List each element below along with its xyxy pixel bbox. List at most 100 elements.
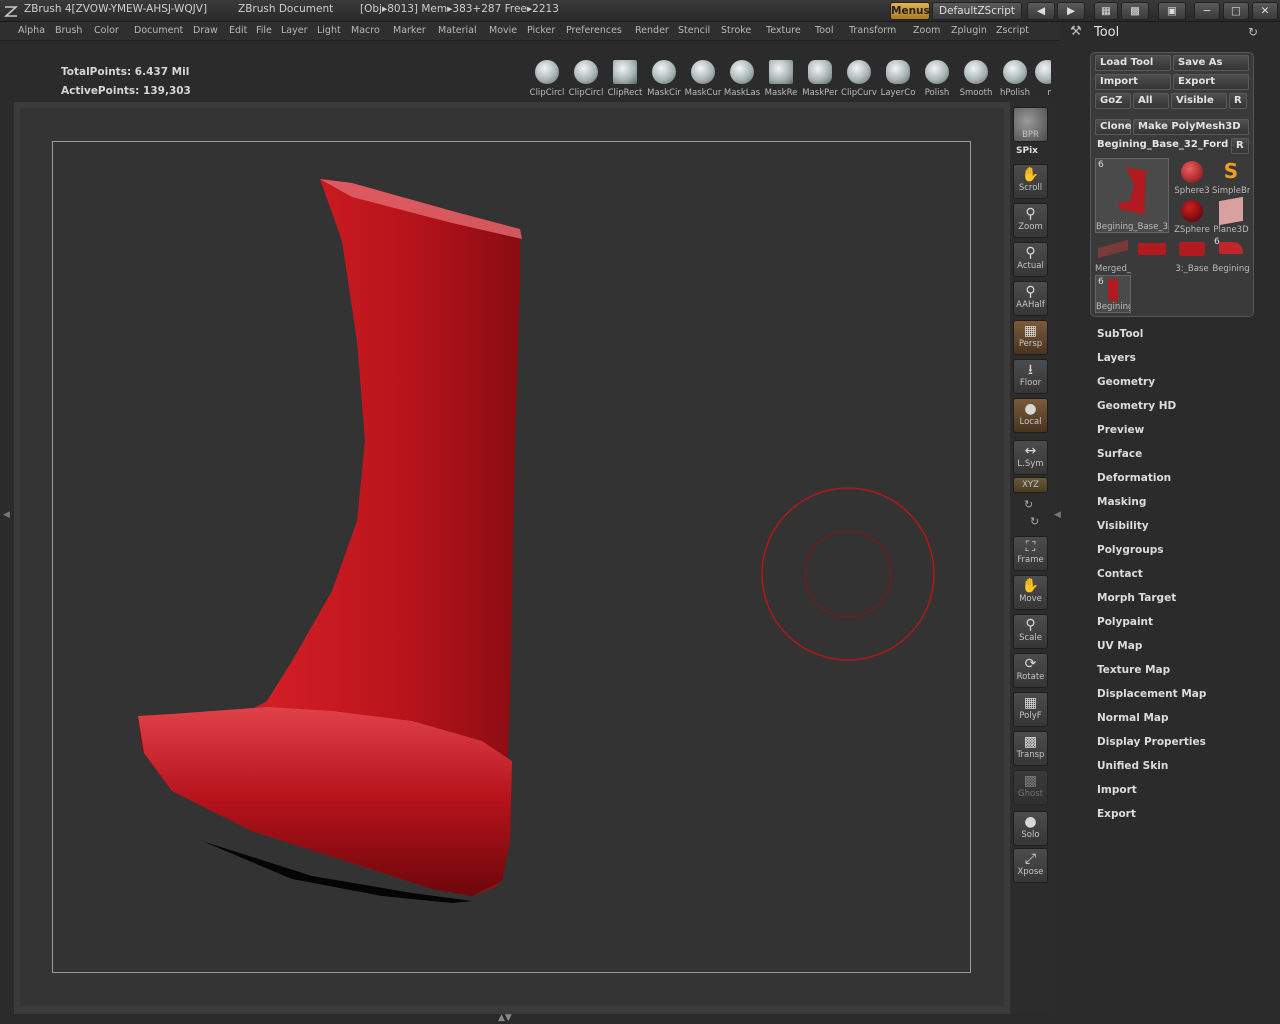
menu-file[interactable]: File <box>256 25 272 36</box>
menu-zplugin[interactable]: Zplugin <box>951 25 987 36</box>
scale-button[interactable]: ⚲ Scale <box>1013 614 1048 649</box>
xyz-button[interactable]: XYZ <box>1013 477 1048 493</box>
goz-all-button[interactable]: All <box>1133 93 1169 109</box>
brush-maskcurve[interactable]: MaskCur <box>684 60 722 98</box>
menu-alpha[interactable]: Alpha <box>18 25 45 36</box>
export-button[interactable]: Export <box>1173 74 1249 90</box>
section-import[interactable]: Import <box>1097 784 1137 796</box>
tool-thumb-simplebrush[interactable]: S SimpleBr <box>1212 158 1250 196</box>
menu-picker[interactable]: Picker <box>527 25 555 36</box>
transp-button[interactable]: ▩ Transp <box>1013 731 1048 766</box>
prev-icon[interactable]: ◀ <box>1027 2 1055 20</box>
menu-stencil[interactable]: Stencil <box>678 25 710 36</box>
section-export[interactable]: Export <box>1097 808 1136 820</box>
close-icon[interactable]: ✕ <box>1252 2 1278 20</box>
aahalf-button[interactable]: ⚲ AAHalf <box>1013 281 1048 316</box>
ui-layout-icon[interactable]: ▩ <box>1121 2 1149 20</box>
menu-zoom[interactable]: Zoom <box>913 25 940 36</box>
right-tray-toggle-icon[interactable]: ◀ <box>1054 510 1061 520</box>
tool-r-button[interactable]: R <box>1231 138 1249 154</box>
bpr-button[interactable]: BPR <box>1013 107 1048 142</box>
menu-tool[interactable]: Tool <box>815 25 833 36</box>
menu-edit[interactable]: Edit <box>229 25 247 36</box>
tool-thumb-base[interactable]: 3:_Base <box>1173 236 1211 274</box>
solo-button[interactable]: ● Solo <box>1013 811 1048 846</box>
actual-button[interactable]: ⚲ Actual <box>1013 242 1048 277</box>
section-visibility[interactable]: Visibility <box>1097 520 1149 532</box>
menu-document[interactable]: Document <box>134 25 183 36</box>
menu-movie[interactable]: Movie <box>489 25 517 36</box>
section-geometry[interactable]: Geometry <box>1097 376 1155 388</box>
section-texture-map[interactable]: Texture Map <box>1097 664 1170 676</box>
polyf-button[interactable]: ▦ PolyF <box>1013 692 1048 727</box>
clone-button[interactable]: Clone <box>1095 119 1132 135</box>
menu-color[interactable]: Color <box>94 25 119 36</box>
section-masking[interactable]: Masking <box>1097 496 1146 508</box>
make-polymesh3d-button[interactable]: Make PolyMesh3D <box>1133 119 1249 135</box>
section-deformation[interactable]: Deformation <box>1097 472 1171 484</box>
section-geometry-hd[interactable]: Geometry HD <box>1097 400 1176 412</box>
menu-macro[interactable]: Macro <box>351 25 380 36</box>
zoom-button[interactable]: ⚲ Zoom <box>1013 203 1048 238</box>
ghost-button[interactable]: ▩ Ghost <box>1013 770 1048 805</box>
menu-brush[interactable]: Brush <box>55 25 82 36</box>
section-layers[interactable]: Layers <box>1097 352 1136 364</box>
brush-clipcirclecenter[interactable]: ClipCircl <box>567 60 605 98</box>
brush-clipcurve[interactable]: ClipCurv <box>840 60 878 98</box>
goz-r-button[interactable]: R <box>1229 93 1247 109</box>
menu-stroke[interactable]: Stroke <box>721 25 751 36</box>
brush-maskcircle[interactable]: MaskCir <box>645 60 683 98</box>
current-tool-name[interactable]: Begining_Base_32_Ford <box>1097 139 1229 150</box>
goz-visible-button[interactable]: Visible <box>1171 93 1227 109</box>
tool-thumb-begining-3[interactable]: 6 Begining <box>1095 275 1131 313</box>
tool-thumb-begining-base[interactable]: 6 Begining_Base_3 <box>1095 158 1169 233</box>
refresh-icon[interactable]: ↻ <box>1248 25 1258 39</box>
brush-smooth[interactable]: Smooth <box>957 60 995 98</box>
section-morph-target[interactable]: Morph Target <box>1097 592 1176 604</box>
section-normal-map[interactable]: Normal Map <box>1097 712 1169 724</box>
next-icon[interactable]: ▶ <box>1057 2 1085 20</box>
brush-hpolish[interactable]: hPolish <box>996 60 1034 98</box>
brush-maskrect[interactable]: MaskRe <box>762 60 800 98</box>
tool-thumb-plane3d[interactable]: Plane3D <box>1212 196 1250 235</box>
section-polypaint[interactable]: Polypaint <box>1097 616 1153 628</box>
section-preview[interactable]: Preview <box>1097 424 1144 436</box>
menu-light[interactable]: Light <box>317 25 341 36</box>
tool-thumb-merged-plane[interactable]: Merged_Plane <box>1095 236 1131 274</box>
section-contact[interactable]: Contact <box>1097 568 1143 580</box>
load-tool-button[interactable]: Load Tool <box>1095 55 1171 71</box>
save-as-button[interactable]: Save As <box>1173 55 1249 71</box>
brush-maskpen[interactable]: MaskPer <box>801 60 839 98</box>
brush-clipcircle[interactable]: ClipCircl <box>528 60 566 98</box>
spix-label[interactable]: SPix <box>1016 146 1038 156</box>
default-zscript-button[interactable]: DefaultZScript <box>932 2 1022 20</box>
maximize-icon[interactable]: □ <box>1223 2 1249 20</box>
section-unified-skin[interactable]: Unified Skin <box>1097 760 1168 772</box>
menu-material[interactable]: Material <box>438 25 477 36</box>
menu-preferences[interactable]: Preferences <box>566 25 622 36</box>
brush-layerco[interactable]: LayerCo <box>879 60 917 98</box>
model-svg[interactable] <box>52 141 971 973</box>
lsym-button[interactable]: ↔ L.Sym <box>1013 440 1048 475</box>
scroll-button[interactable]: ✋ Scroll <box>1013 164 1048 199</box>
local-button[interactable]: ● Local <box>1013 398 1048 433</box>
brush-polish[interactable]: Polish <box>918 60 956 98</box>
lock-icon[interactable]: ▣ <box>1158 2 1186 20</box>
menu-texture[interactable]: Texture <box>766 25 801 36</box>
menu-transform[interactable]: Transform <box>849 25 896 36</box>
tool-thumb-merged-plane-2[interactable] <box>1133 236 1171 274</box>
section-uv-map[interactable]: UV Map <box>1097 640 1142 652</box>
minimize-icon[interactable]: − <box>1194 2 1220 20</box>
rotate-button[interactable]: ⟳ Rotate <box>1013 653 1048 688</box>
section-subtool[interactable]: SubTool <box>1097 328 1143 340</box>
left-tray-toggle-icon[interactable]: ◀ <box>3 510 10 520</box>
menus-button[interactable]: Menus <box>890 2 930 20</box>
tool-thumb-begining-2[interactable]: 6 Begining <box>1212 236 1250 274</box>
move-button[interactable]: ✋ Move <box>1013 575 1048 610</box>
brush-masklasso[interactable]: MaskLas <box>723 60 761 98</box>
tool-thumb-sphere3d[interactable]: Sphere3 <box>1173 158 1211 196</box>
section-display-properties[interactable]: Display Properties <box>1097 736 1206 748</box>
section-polygroups[interactable]: Polygroups <box>1097 544 1164 556</box>
persp-button[interactable]: ▦ Persp <box>1013 320 1048 355</box>
floor-button[interactable]: ⭳ Floor <box>1013 359 1048 394</box>
